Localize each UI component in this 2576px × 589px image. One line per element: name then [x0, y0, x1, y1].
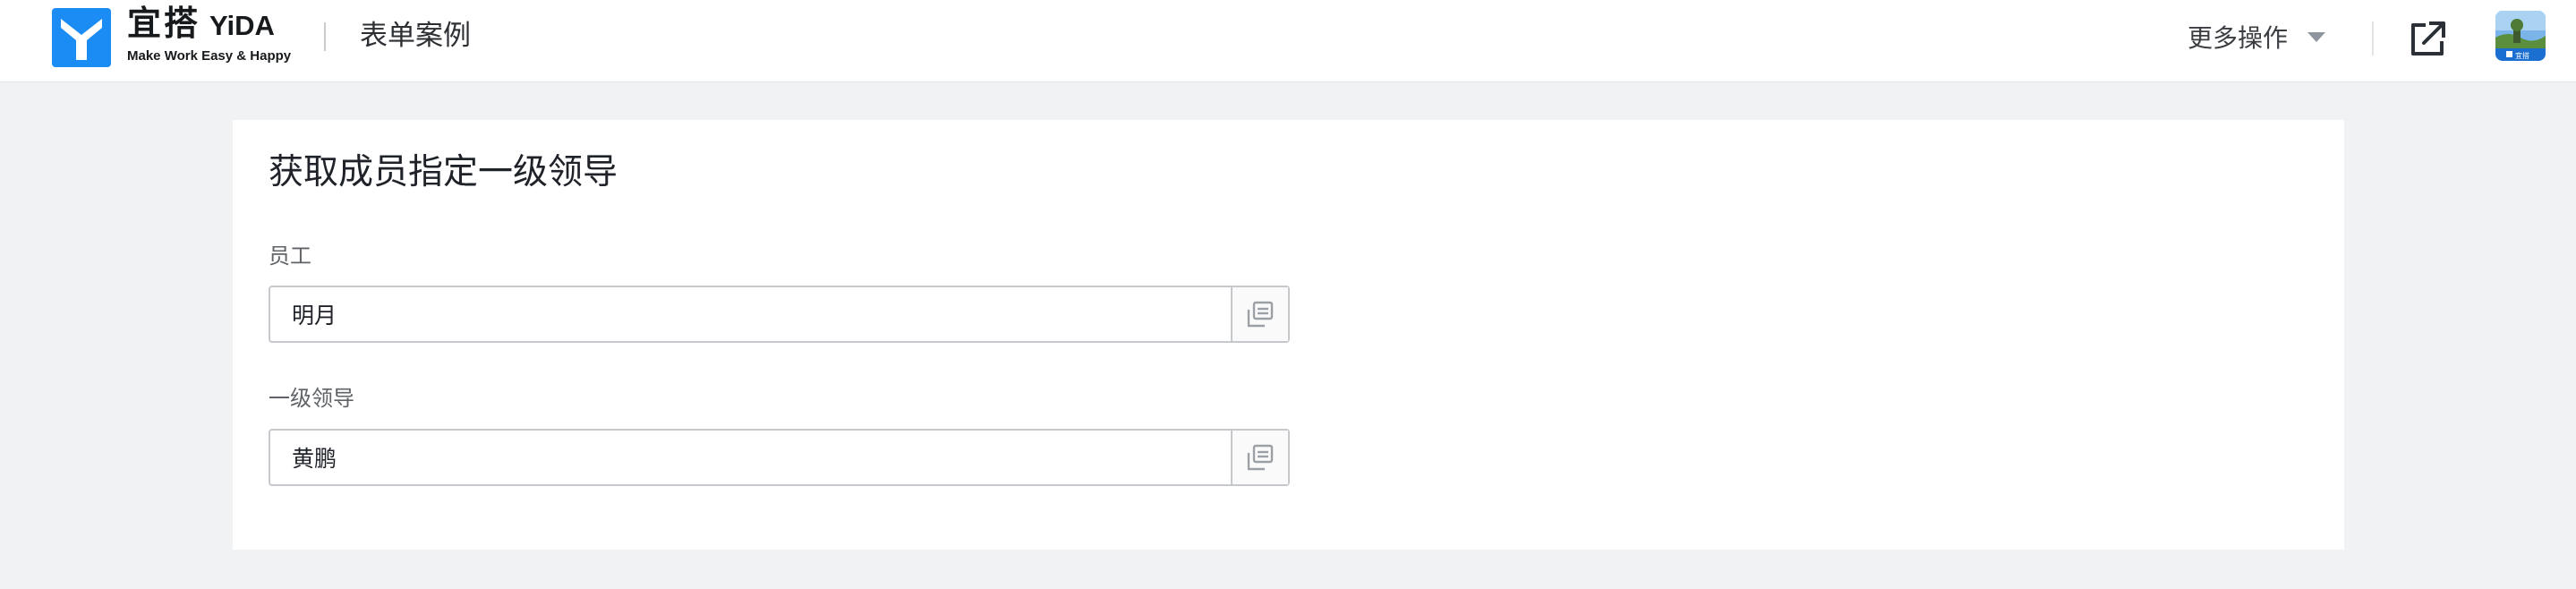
leader-member-select-button[interactable]	[1231, 431, 1288, 484]
header-divider	[324, 22, 326, 51]
avatar-badge: 宜搭	[2515, 51, 2529, 60]
employee-field-value[interactable]: 明月	[270, 287, 1231, 341]
employee-field-label: 员工	[269, 243, 311, 269]
leader-field-value[interactable]: 黄鹏	[270, 431, 1231, 484]
brand-name-cn: 宜搭	[127, 4, 201, 43]
member-select-icon[interactable]	[1245, 442, 1275, 473]
yida-logo-icon[interactable]	[52, 8, 111, 67]
app-name[interactable]: 表单案例	[360, 18, 471, 54]
more-actions-dropdown[interactable]: 更多操作	[2188, 18, 2326, 55]
header-divider-right	[2372, 21, 2374, 55]
employee-member-select-button[interactable]	[1231, 287, 1288, 341]
avatar[interactable]: 宜搭	[2495, 11, 2546, 61]
brand-title: 宜搭 YiDA	[127, 5, 275, 41]
leader-field-label: 一级领导	[269, 386, 354, 411]
brand-slogan: Make Work Easy & Happy	[127, 48, 292, 64]
external-link-icon[interactable]	[2406, 18, 2449, 61]
member-select-icon[interactable]	[1245, 299, 1275, 329]
more-actions-label[interactable]: 更多操作	[2188, 19, 2288, 55]
brand-name-en: YiDA	[209, 10, 275, 41]
top-bar: 宜搭 YiDA Make Work Easy & Happy 表单案例 更多操作 …	[0, 0, 2576, 82]
form-title: 获取成员指定一级领导	[269, 152, 618, 192]
form-card: 获取成员指定一级领导 员工 明月 一级领导 黄鹏	[233, 120, 2344, 550]
employee-member-field[interactable]: 明月	[269, 286, 1290, 343]
chevron-down-icon[interactable]	[2307, 31, 2326, 42]
leader-member-field[interactable]: 黄鹏	[269, 429, 1290, 486]
